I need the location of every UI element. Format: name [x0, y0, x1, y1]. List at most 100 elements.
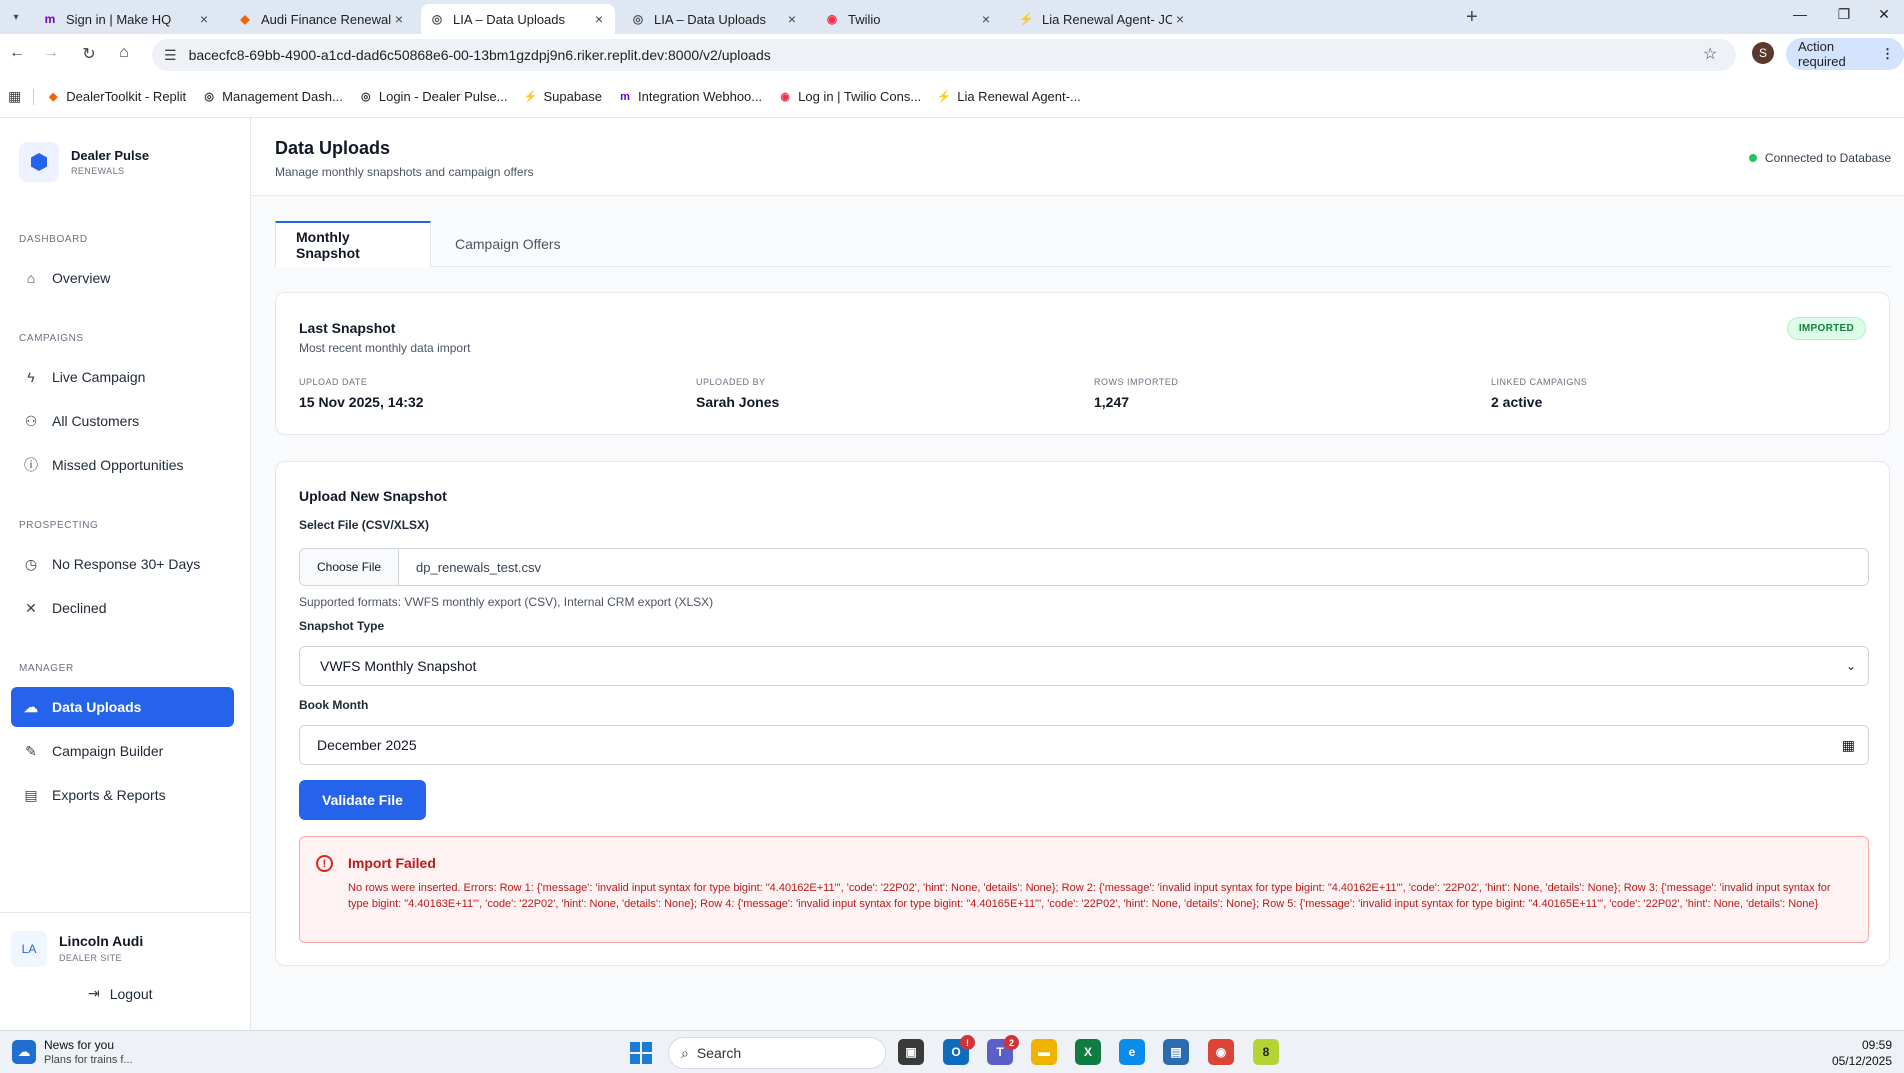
sidebar-item-live-campaign[interactable]: ϟ Live Campaign: [11, 357, 234, 397]
browser-tab[interactable]: ◎ LIA – Data Uploads ×: [622, 4, 808, 34]
connection-status: Connected to Database: [1748, 151, 1891, 165]
browser-tab[interactable]: m Sign in | Make HQ ×: [34, 4, 220, 34]
task-view-icon[interactable]: ▣: [898, 1039, 924, 1065]
browser-tab[interactable]: ⚡ Lia Renewal Agent- JCT600 | Ch ×: [1010, 4, 1196, 34]
close-tab-icon[interactable]: ×: [978, 11, 994, 27]
tab-search-icon[interactable]: ▾: [6, 7, 26, 27]
8x8-icon[interactable]: 8: [1253, 1039, 1279, 1065]
home-icon[interactable]: ⌂: [113, 44, 135, 62]
bookmarks-bar: ▦ ◆ DealerToolkit - Replit ◎ Management Da…: [0, 76, 1904, 118]
sidebar-item-missed-opportunities[interactable]: ⓘ Missed Opportunities: [11, 445, 234, 485]
sidebar-item-exports-reports[interactable]: ▤ Exports & Reports: [11, 775, 234, 815]
card-title: Last Snapshot: [299, 320, 396, 336]
chevron-down-icon: ⌄: [1845, 659, 1856, 673]
lightning-icon: ϟ: [27, 369, 35, 385]
kebab-menu-icon[interactable]: ⋮: [1881, 46, 1894, 62]
twilio-icon: ◉: [780, 91, 790, 103]
calendar-icon[interactable]: ▦: [1842, 737, 1855, 754]
tab-campaign-offers[interactable]: Campaign Offers: [435, 221, 581, 267]
upload-snapshot-card: Upload New Snapshot Select File (CSV/XLS…: [275, 461, 1890, 966]
nav-section-manager: MANAGER: [19, 663, 74, 674]
bookmark-item[interactable]: ◉ Log in | Twilio Cons...: [778, 89, 921, 104]
apps-grid-icon[interactable]: ▦: [8, 88, 21, 105]
linked-campaigns-label: LINKED CAMPAIGNS: [1491, 377, 1588, 387]
remote-desktop-icon[interactable]: ▤: [1163, 1039, 1189, 1065]
sidebar-item-all-customers[interactable]: ⚇ All Customers: [11, 401, 234, 441]
make-icon: m: [620, 90, 630, 103]
globe-icon: ◎: [431, 12, 443, 26]
app-root: Dealer Pulse RENEWALS DASHBOARD ⌂ Overvi…: [0, 118, 1904, 1030]
file-label: Select File (CSV/XLSX): [299, 518, 430, 532]
taskbar-search[interactable]: ⌕ Search: [668, 1037, 886, 1069]
supabase-icon: ⚡: [523, 91, 538, 103]
teams-icon[interactable]: T2: [987, 1035, 1019, 1065]
globe-icon: ◎: [204, 91, 214, 103]
action-required-button[interactable]: Action required ⋮: [1786, 38, 1904, 70]
restore-icon[interactable]: ❐: [1824, 6, 1864, 23]
file-input[interactable]: Choose File dp_renewals_test.csv: [299, 548, 1869, 586]
site-info-icon[interactable]: ☰: [164, 47, 177, 64]
sidebar-item-no-response[interactable]: ◷ No Response 30+ Days: [11, 544, 234, 584]
news-widget[interactable]: ☁ News for you Plans for trains f...: [12, 1038, 133, 1066]
url-input[interactable]: ☰ bacecfc8-69bb-4900-a1cd-dad6c50868e6-0…: [152, 39, 1736, 71]
excel-icon[interactable]: X: [1075, 1039, 1101, 1065]
logout-button[interactable]: ⇥ Logout: [88, 985, 153, 1002]
file-icon: ▤: [24, 786, 38, 803]
bookmark-item[interactable]: ◎ Login - Dealer Pulse...: [359, 89, 507, 104]
bookmark-item[interactable]: ◎ Management Dash...: [202, 89, 343, 104]
uploaded-by-label: UPLOADED BY: [696, 377, 766, 387]
new-tab-icon[interactable]: +: [1466, 6, 1478, 29]
profile-avatar[interactable]: S: [1752, 42, 1774, 64]
validate-file-button[interactable]: Validate File: [299, 780, 426, 820]
bookmark-star-icon[interactable]: ☆: [1703, 44, 1717, 64]
edge-icon[interactable]: e: [1119, 1039, 1145, 1065]
minimize-icon[interactable]: —: [1780, 6, 1820, 22]
bookmark-item[interactable]: ◆ DealerToolkit - Replit: [46, 89, 186, 104]
close-tab-icon[interactable]: ×: [591, 11, 607, 27]
globe-icon: ◎: [361, 91, 371, 103]
uploaded-by-value: Sarah Jones: [696, 394, 780, 410]
forward-icon[interactable]: →: [40, 44, 62, 62]
bookmark-item[interactable]: ⚡ Lia Renewal Agent-...: [937, 89, 1080, 104]
sidebar-item-campaign-builder[interactable]: ✎ Campaign Builder: [11, 731, 234, 771]
sidebar-item-overview[interactable]: ⌂ Overview: [11, 258, 234, 298]
browser-tab-active[interactable]: ◎ LIA – Data Uploads ×: [421, 4, 615, 34]
tab-monthly-snapshot[interactable]: Monthly Snapshot: [275, 221, 431, 267]
bookmarks-divider: [33, 88, 35, 105]
card-subtitle: Most recent monthly data import: [299, 341, 471, 355]
avatar: LA: [11, 931, 47, 967]
bookmark-item[interactable]: ⚡ Supabase: [523, 89, 602, 104]
close-tab-icon[interactable]: ×: [784, 11, 800, 27]
replit-icon: ◆: [240, 12, 250, 26]
book-month-label: Book Month: [299, 698, 369, 712]
chrome-icon[interactable]: ◉: [1208, 1039, 1234, 1065]
bookmark-item[interactable]: m Integration Webhoo...: [618, 89, 762, 104]
close-tab-icon[interactable]: ×: [391, 11, 407, 27]
selected-file-name: dp_renewals_test.csv: [416, 559, 542, 575]
windows-start-icon[interactable]: [630, 1042, 652, 1064]
reload-icon[interactable]: ↻: [78, 44, 100, 64]
system-clock[interactable]: 09:59 05/12/2025: [1832, 1037, 1892, 1069]
file-explorer-icon[interactable]: ▬: [1031, 1039, 1057, 1065]
snapshot-type-select[interactable]: VWFS Monthly Snapshot ⌄: [299, 646, 1869, 686]
sidebar-item-data-uploads[interactable]: ☁ Data Uploads: [11, 687, 234, 727]
close-window-icon[interactable]: ✕: [1864, 6, 1904, 23]
outlook-icon[interactable]: O!: [943, 1035, 975, 1065]
brand[interactable]: Dealer Pulse RENEWALS: [19, 142, 149, 182]
close-tab-icon[interactable]: ×: [1172, 11, 1188, 27]
upload-tabs: Monthly Snapshot Campaign Offers: [275, 221, 1890, 267]
weather-icon: ☁: [12, 1040, 36, 1064]
close-tab-icon[interactable]: ×: [196, 11, 212, 27]
sidebar-item-declined[interactable]: ✕ Declined: [11, 588, 234, 628]
users-icon: ⚇: [24, 412, 38, 429]
choose-file-button[interactable]: Choose File: [300, 549, 400, 585]
back-icon[interactable]: ←: [6, 44, 28, 62]
os-taskbar: ☁ News for you Plans for trains f... ⌕ S…: [0, 1030, 1904, 1073]
upload-date-value: 15 Nov 2025, 14:32: [299, 394, 424, 410]
edit-icon: ✎: [25, 742, 37, 759]
pulse-icon: ⚡: [1018, 12, 1034, 26]
book-month-input[interactable]: December 2025 ▦: [299, 725, 1869, 765]
replit-icon: ◆: [49, 91, 58, 103]
browser-tab[interactable]: ◆ Audi Finance Renewal App - Re ×: [229, 4, 415, 34]
browser-tab[interactable]: ◉ Twilio ×: [816, 4, 1002, 34]
